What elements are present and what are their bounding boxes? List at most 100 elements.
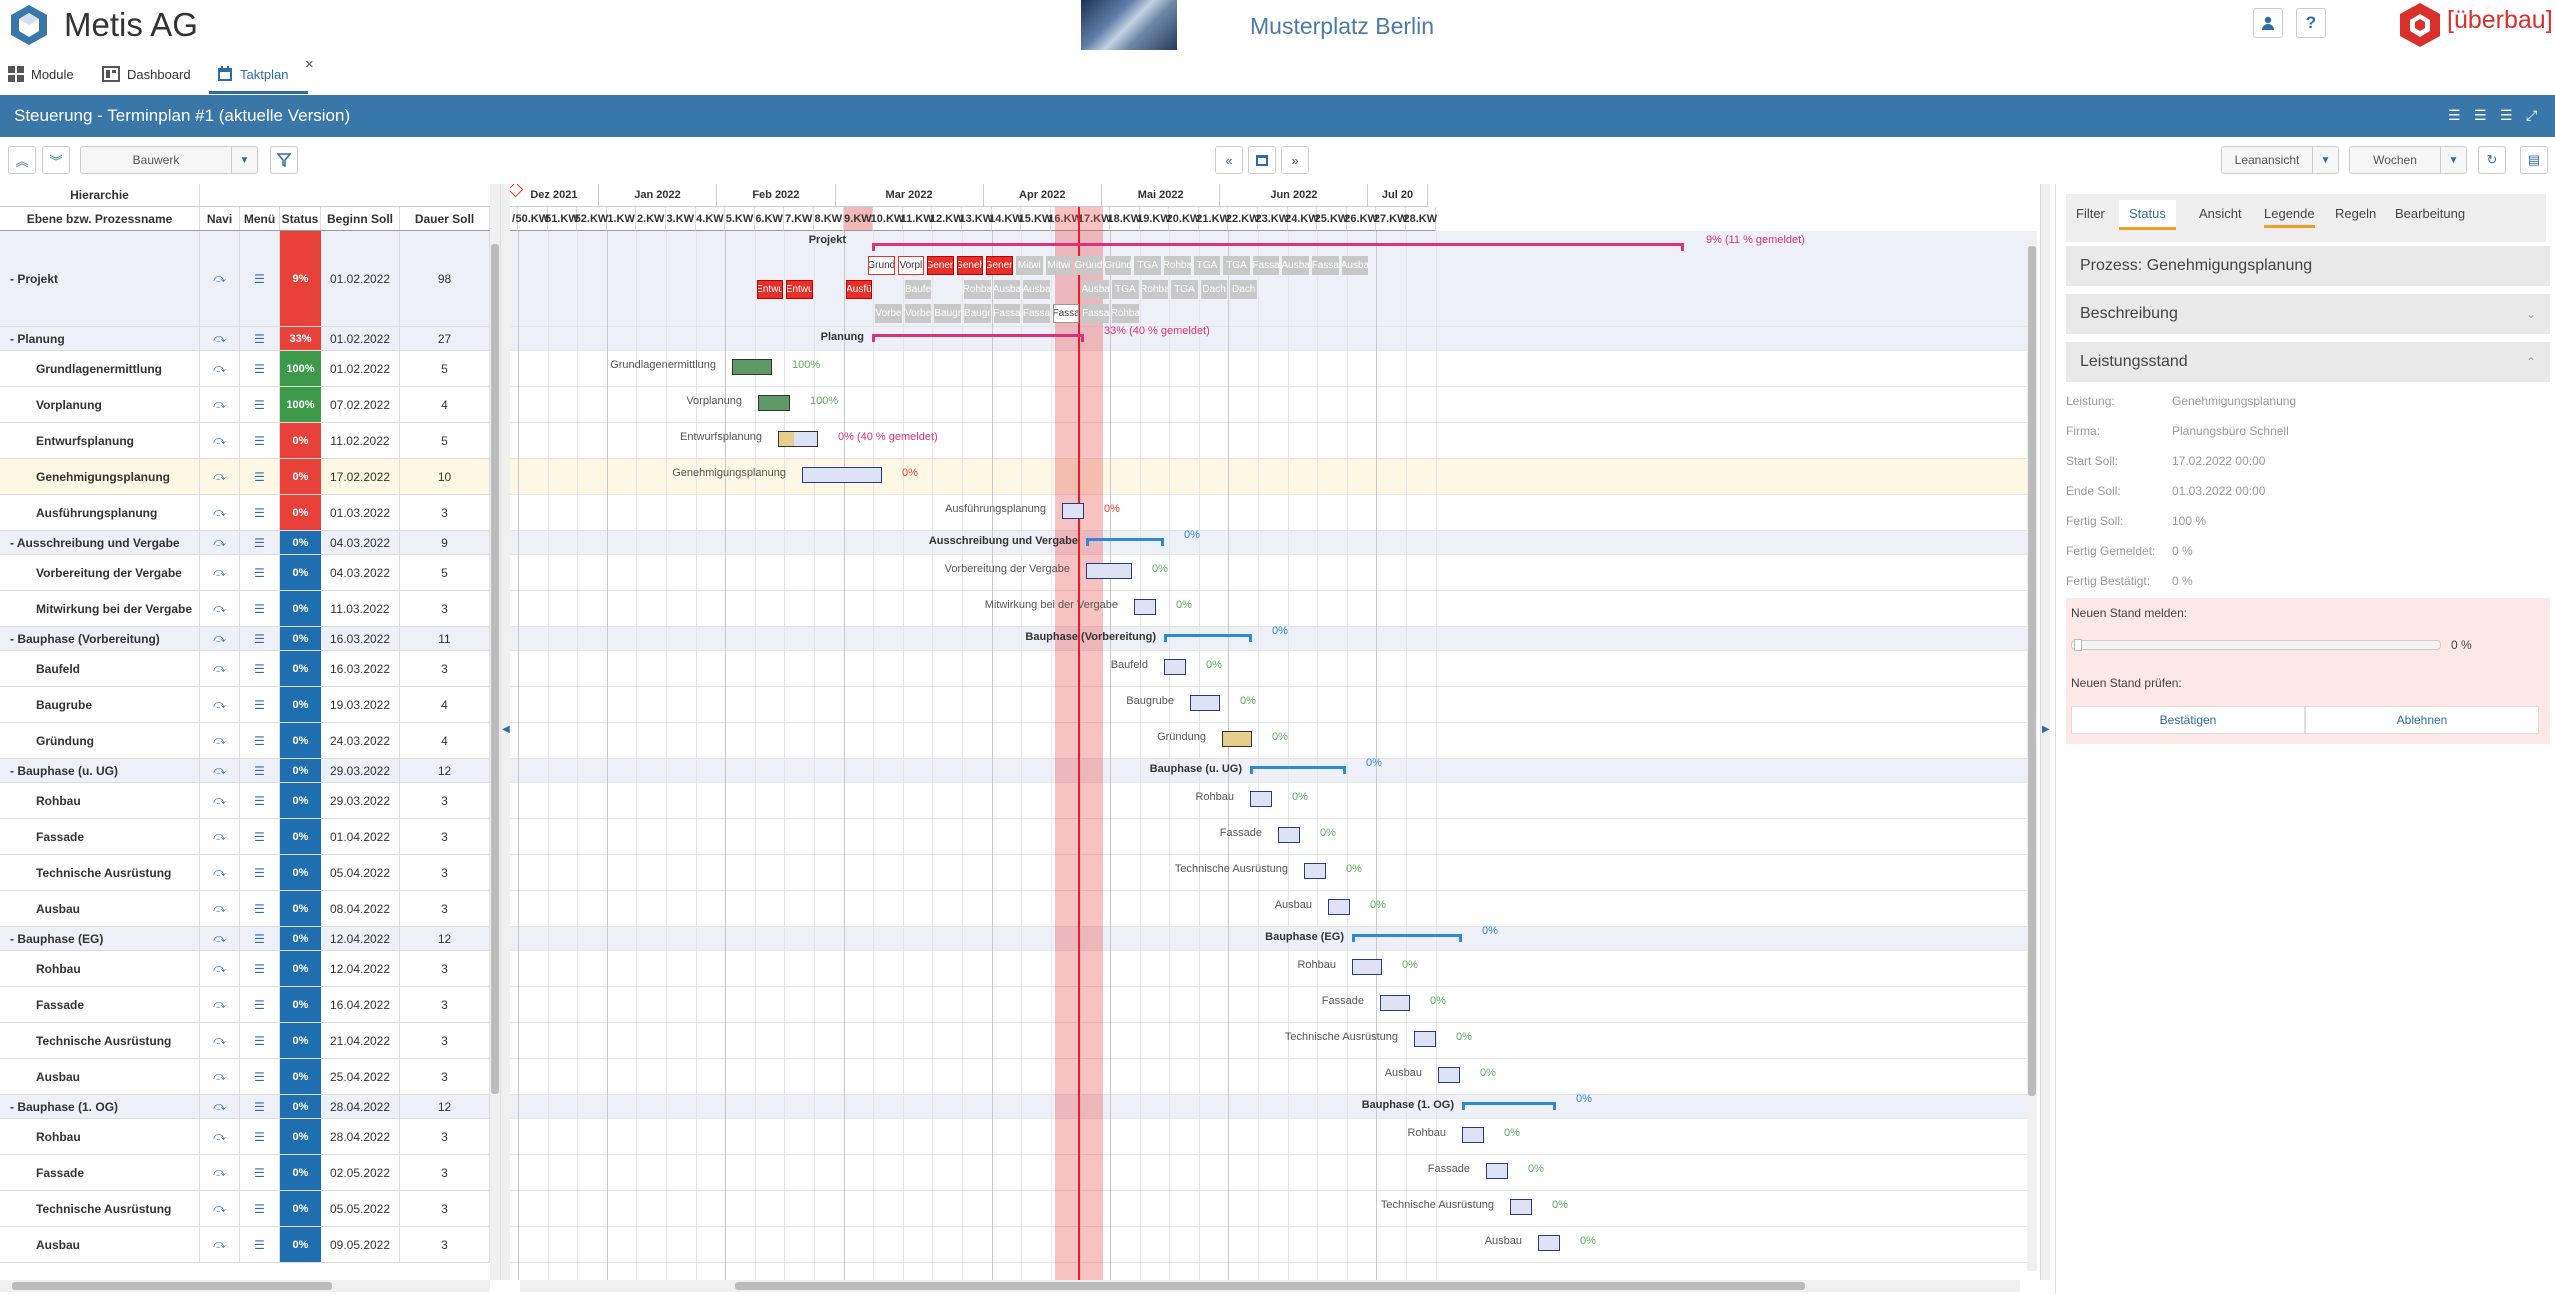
tab-legende[interactable]: Legende [2264, 206, 2315, 228]
table-row[interactable]: - Planung ⤼ ☰ 33% 01.02.2022 27 [0, 327, 490, 351]
takt-chip[interactable]: Fassa [1252, 256, 1280, 275]
unit-select[interactable]: Wochen ▼ [2349, 146, 2467, 174]
takt-chip[interactable]: Entwu [786, 280, 813, 299]
table-row[interactable]: Vorplanung ⤼ ☰ 100% 07.02.2022 4 [0, 387, 490, 423]
menu-cell[interactable]: ☰ [240, 687, 280, 722]
scroll-thumb[interactable] [491, 244, 499, 1094]
takt-chip[interactable]: Geneh [956, 256, 984, 275]
navi-cell[interactable]: ⤼ [200, 927, 240, 950]
takt-chip[interactable]: Dach [1200, 280, 1228, 299]
menu-icon[interactable]: ☰ [254, 1202, 265, 1216]
table-row[interactable]: - Bauphase (1. OG) ⤼ ☰ 0% 28.04.2022 12 [0, 1095, 490, 1119]
menu-cell[interactable]: ☰ [240, 387, 280, 422]
takt-chip[interactable]: Mitwi [1045, 256, 1073, 275]
navigate-icon[interactable]: ⤼ [213, 1033, 226, 1048]
takt-chip[interactable]: Rohba [1164, 256, 1191, 275]
scroll-thumb[interactable] [735, 1282, 1805, 1290]
menu-cell[interactable]: ☰ [240, 327, 280, 350]
navigate-icon[interactable]: ⤼ [213, 601, 226, 616]
menu-cell[interactable]: ☰ [240, 819, 280, 854]
scroll-thumb[interactable] [2028, 246, 2036, 1096]
navi-cell[interactable]: ⤼ [200, 1095, 240, 1118]
menu-cell[interactable]: ☰ [240, 1119, 280, 1154]
takt-chip[interactable]: Fassa [993, 304, 1021, 323]
reject-button[interactable]: Ablehnen [2305, 706, 2539, 734]
navigate-icon[interactable]: ⤼ [213, 829, 226, 844]
table-row[interactable]: Mitwirkung bei der Vergabe ⤼ ☰ 0% 11.03.2022… [0, 591, 490, 627]
slider-handle[interactable] [2074, 639, 2082, 651]
table-row[interactable]: Ausführungsplanung ⤼ ☰ 0% 01.03.2022 3 [0, 495, 490, 531]
navigate-icon[interactable]: ⤼ [213, 661, 226, 676]
menu-cell[interactable]: ☰ [240, 459, 280, 494]
navi-cell[interactable]: ⤼ [200, 531, 240, 554]
menu-icon[interactable]: ☰ [254, 1070, 265, 1084]
navi-cell[interactable]: ⤼ [200, 459, 240, 494]
navigate-icon[interactable]: ⤼ [213, 565, 226, 580]
navi-cell[interactable]: ⤼ [200, 783, 240, 818]
menu-cell[interactable]: ☰ [240, 591, 280, 626]
level-select[interactable]: Bauwerk ▼ [80, 146, 258, 174]
table-row[interactable]: Rohbau ⤼ ☰ 0% 28.04.2022 3 [0, 1119, 490, 1155]
navigate-icon[interactable]: ⤼ [213, 631, 226, 646]
navi-cell[interactable]: ⤼ [200, 423, 240, 458]
menu-cell[interactable]: ☰ [240, 495, 280, 530]
takt-chip[interactable]: Ausba [1341, 256, 1369, 275]
menu-icon[interactable]: ☰ [254, 866, 265, 880]
expand-all-button[interactable]: ︾ [42, 146, 70, 174]
table-row[interactable]: Grundlagenermittlung ⤼ ☰ 100% 01.02.2022 5 [0, 351, 490, 387]
menu-icon[interactable]: ☰ [254, 734, 265, 748]
task-bar[interactable] [1414, 1031, 1436, 1047]
takt-chip[interactable]: Genen [927, 256, 954, 275]
navigate-icon[interactable]: ⤼ [213, 535, 226, 550]
col-status[interactable]: Status [280, 207, 321, 230]
takt-chip[interactable]: Fassa [1023, 304, 1050, 323]
task-bar[interactable] [1164, 659, 1186, 675]
takt-chip[interactable]: Vorbe [875, 304, 902, 323]
navigate-icon[interactable]: ⤼ [213, 733, 226, 748]
takt-chip[interactable]: Fassa [1052, 304, 1080, 323]
table-row[interactable]: Fassade ⤼ ☰ 0% 01.04.2022 3 [0, 819, 490, 855]
chevron-right-icon[interactable]: ▶ [2042, 724, 2050, 735]
tab-ansicht[interactable]: Ansicht [2199, 206, 2242, 221]
navi-cell[interactable]: ⤼ [200, 987, 240, 1022]
task-bar[interactable] [1222, 731, 1252, 747]
takt-chip[interactable]: Ausba [1282, 256, 1309, 275]
tab-filter[interactable]: Filter [2076, 206, 2105, 221]
menu-cell[interactable]: ☰ [240, 531, 280, 554]
menu-cell[interactable]: ☰ [240, 555, 280, 590]
table-row[interactable]: Technische Ausrüstung ⤼ ☰ 0% 21.04.2022 3 [0, 1023, 490, 1059]
menu-cell[interactable]: ☰ [240, 1023, 280, 1058]
next-button[interactable]: » [1281, 146, 1309, 174]
navi-cell[interactable]: ⤼ [200, 591, 240, 626]
navigate-icon[interactable]: ⤼ [213, 505, 226, 520]
menu-icon[interactable]: ☰ [254, 1130, 265, 1144]
menu-icon[interactable]: ☰ [254, 794, 265, 808]
menu-cell[interactable]: ☰ [240, 1155, 280, 1190]
table-row[interactable]: Baugrube ⤼ ☰ 0% 19.03.2022 4 [0, 687, 490, 723]
takt-chip[interactable]: Ausba [1082, 280, 1109, 299]
task-bar[interactable] [802, 467, 882, 483]
navi-cell[interactable]: ⤼ [200, 1023, 240, 1058]
view-select[interactable]: Leanansicht ▼ [2221, 146, 2339, 174]
navi-cell[interactable]: ⤼ [200, 759, 240, 782]
table-row[interactable]: Baufeld ⤼ ☰ 0% 16.03.2022 3 [0, 651, 490, 687]
task-bar[interactable] [1250, 791, 1272, 807]
tab-dashboard[interactable]: Dashboard [102, 66, 191, 82]
navigate-icon[interactable]: ⤼ [213, 901, 226, 916]
menu-cell[interactable]: ☰ [240, 1227, 280, 1262]
table-row[interactable]: - Bauphase (u. UG) ⤼ ☰ 0% 29.03.2022 12 [0, 759, 490, 783]
task-bar[interactable] [1486, 1163, 1508, 1179]
navi-cell[interactable]: ⤼ [200, 723, 240, 758]
task-bar[interactable] [1328, 899, 1350, 915]
takt-chip[interactable]: Ausba [993, 280, 1021, 299]
task-bar[interactable] [1538, 1235, 1560, 1251]
menu-icon[interactable]: ☰ [254, 566, 265, 580]
menu-icon[interactable]: ☰ [254, 662, 265, 676]
navigate-icon[interactable]: ⤼ [213, 931, 226, 946]
menu-icon[interactable]: ☰ [254, 1238, 265, 1252]
table-row[interactable]: Technische Ausrüstung ⤼ ☰ 0% 05.05.2022 3 [0, 1191, 490, 1227]
task-bar[interactable] [1438, 1067, 1460, 1083]
table-row[interactable]: - Bauphase (Vorbereitung) ⤼ ☰ 0% 16.03.2022 1… [0, 627, 490, 651]
layers-up-icon[interactable]: ☰ [2500, 107, 2513, 124]
task-bar[interactable] [1278, 827, 1300, 843]
